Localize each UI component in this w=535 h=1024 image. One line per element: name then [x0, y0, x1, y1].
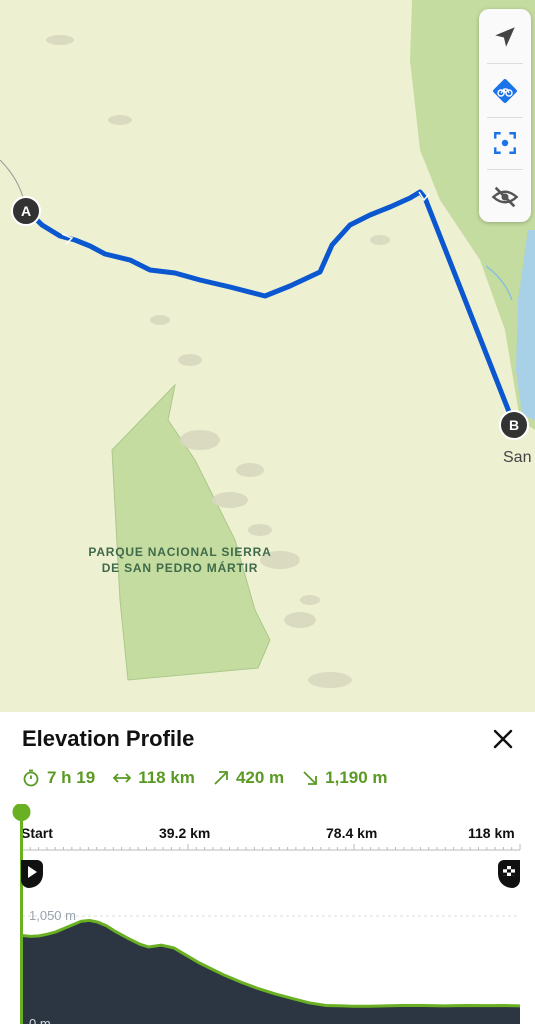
recenter-icon [494, 132, 516, 154]
y-max-label: 1,050 m [29, 908, 76, 923]
navigate-button[interactable] [479, 11, 531, 63]
marker-start[interactable]: A [11, 196, 41, 226]
hide-button[interactable] [479, 171, 531, 223]
stat-duration: 7 h 19 [22, 768, 95, 788]
map-controls [479, 9, 531, 222]
hide-icon [491, 186, 519, 208]
close-button[interactable] [488, 724, 518, 754]
divider [487, 169, 523, 170]
elevation-area [22, 920, 520, 1024]
ascent-icon [214, 771, 228, 785]
town-label: San [503, 449, 532, 466]
descent-value: 1,190 m [325, 768, 388, 787]
park-label: PARQUE NACIONAL SIERRA DE SAN PEDRO MÁRT… [70, 544, 290, 576]
map-canvas [0, 0, 535, 688]
stat-ascent: 420 m [213, 768, 284, 788]
finish-pin-icon [498, 860, 520, 888]
timer-icon [23, 769, 39, 787]
bike-layer-icon [493, 79, 517, 103]
park-label-line2: DE SAN PEDRO MÁRTIR [101, 561, 259, 575]
start-pin-icon [21, 860, 43, 888]
distance-value: 118 km [138, 768, 195, 787]
close-icon [493, 729, 513, 749]
route-line [27, 189, 516, 425]
route-stats: 7 h 19 118 km 420 m 1,190 m [22, 768, 406, 788]
ascent-value: 420 m [235, 768, 285, 787]
stat-distance: 118 km [113, 768, 195, 788]
map-view[interactable]: PARQUE NACIONAL SIERRA DE SAN PEDRO MÁRT… [0, 0, 535, 712]
park-area-national [111, 383, 271, 681]
recenter-button[interactable] [479, 117, 531, 169]
stat-descent: 1,190 m [302, 768, 388, 788]
divider [487, 63, 523, 64]
descent-icon [303, 771, 318, 785]
marker-end[interactable]: B [499, 410, 529, 440]
y-min-label: 0 m [29, 1016, 51, 1024]
sheet-title: Elevation Profile [22, 726, 195, 751]
elevation-chart[interactable]: 1,050 m 0 m [0, 804, 535, 1024]
navigate-icon [495, 27, 515, 47]
bike-layer-button[interactable] [479, 65, 531, 117]
axis-ticks [21, 844, 521, 850]
duration-value: 7 h 19 [47, 768, 96, 787]
elevation-sheet: Elevation Profile 7 h 19 118 km 420 m 1,… [0, 712, 535, 1024]
distance-icon [113, 773, 132, 783]
park-label-line1: PARQUE NACIONAL SIERRA [88, 545, 272, 559]
position-slider-handle[interactable] [12, 804, 31, 821]
